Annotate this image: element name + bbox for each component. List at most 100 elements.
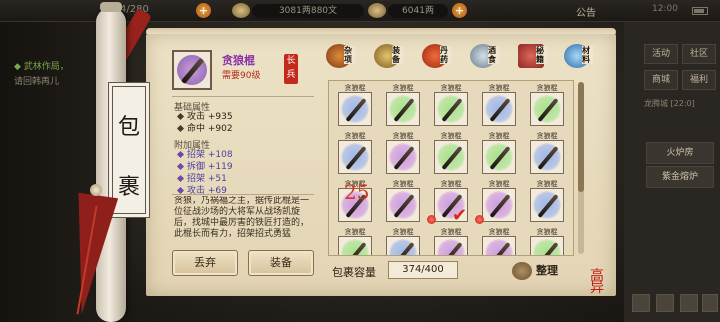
bottom-menu-icon-1[interactable]: [632, 294, 650, 312]
inventory-slot[interactable]: 贪狼棍: [475, 179, 521, 227]
inventory-slot[interactable]: 贪狼棍: [525, 83, 569, 131]
tab-food[interactable]: 酒食: [468, 44, 499, 72]
quest-tracker[interactable]: ◆ 武林作局， 请回韩再儿: [14, 60, 104, 90]
inventory-slot[interactable]: 贪狼棍: [429, 83, 473, 131]
purple-gold-furnace-button[interactable]: 紫金熔炉: [646, 166, 714, 188]
welfare-button[interactable]: 福利: [682, 70, 716, 90]
attr-value: +935: [207, 112, 233, 122]
notice-button[interactable]: 公告: [576, 4, 596, 19]
inventory-slot[interactable]: 贪狼棍: [333, 83, 377, 131]
inventory-slot[interactable]: 贪狼棍: [429, 227, 473, 255]
tab-pills[interactable]: 丹药: [420, 44, 451, 72]
inventory-slot[interactable]: 贪狼棍: [381, 131, 425, 179]
selected-item-icon: [172, 50, 212, 90]
new-item-pin-icon: [427, 215, 436, 224]
attr-label: 招架: [187, 174, 206, 184]
slot-frame: [482, 236, 516, 255]
attr-label: 命中: [187, 124, 206, 134]
furnace-room-button[interactable]: 火炉房: [646, 142, 714, 164]
inventory-slot[interactable]: 贪狼棍: [477, 131, 521, 179]
extra-attr-row: 拆御 +119: [176, 162, 233, 172]
grid-scrollbar[interactable]: [578, 82, 584, 254]
location-name: 龙腾城: [644, 99, 668, 108]
inventory-slot[interactable]: 贪狼棍: [333, 227, 377, 255]
inventory-slot[interactable]: 贪狼棍: [333, 131, 377, 179]
extra-attr-row: 招架 +108: [176, 150, 233, 160]
inventory-slot[interactable]: 贪狼棍: [477, 83, 521, 131]
attr-value: +51: [207, 174, 227, 184]
slot-frame: [434, 236, 468, 255]
tab-misc[interactable]: 杂项: [324, 44, 355, 72]
add-silver-button[interactable]: +: [452, 3, 467, 18]
inventory-slot[interactable]: 贪狼棍: [381, 83, 425, 131]
slot-frame: [338, 236, 372, 255]
attr-value: +902: [207, 124, 233, 134]
tab-materials[interactable]: 材料: [562, 44, 593, 72]
diamond-icon: [176, 150, 185, 159]
bottom-menu-icon-3[interactable]: [680, 294, 698, 312]
tab-manuals[interactable]: 秘籍: [516, 44, 547, 72]
tab-label: 丹药: [440, 46, 451, 64]
capacity-value: 374/400: [388, 261, 458, 279]
location-coords: [22:0]: [670, 99, 695, 108]
inventory-slot[interactable]: 贪狼棍: [429, 131, 473, 179]
item-description: 贪狼，乃祸福之主，据传此棍是一位征战沙场的大将军从战场凯旋后，找城中最厉害的铁匠…: [174, 196, 310, 239]
item-level-requirement: 需要90级: [222, 71, 261, 81]
capacity-label: 包裹容量: [332, 266, 376, 279]
diamond-icon: [176, 112, 185, 121]
clock: 12:00: [652, 4, 678, 14]
discard-button[interactable]: 丢弃: [172, 250, 238, 276]
diamond-icon: [176, 174, 185, 183]
inventory-slot[interactable]: 贪狼棍: [525, 227, 569, 255]
silver-amount: 6041两: [388, 4, 448, 18]
inventory-slot[interactable]: 贪狼棍: [525, 131, 569, 179]
bottom-menu-icon-4[interactable]: [702, 294, 718, 312]
weapon-type-badge: 长兵: [284, 54, 298, 84]
inventory-slot[interactable]: 贪狼棍: [525, 179, 569, 227]
quest-line-2: 请回韩再儿: [14, 77, 60, 87]
slot-frame: [386, 188, 420, 222]
tab-label: 秘籍: [536, 46, 547, 64]
bottom-menu-icon-2[interactable]: [656, 294, 674, 312]
slot-frame: [434, 92, 468, 126]
money-bag-icon[interactable]: [512, 262, 532, 280]
inventory-slot[interactable]: 贪狼棍: [381, 179, 425, 227]
attr-label: 拆御: [187, 162, 206, 172]
game-logo-seal: 高异: [590, 268, 604, 296]
base-attr-row: 命中 +902: [176, 124, 233, 134]
add-energy-button[interactable]: +: [196, 3, 211, 18]
slot-frame: [386, 140, 420, 174]
inventory-slot[interactable]: 贪狼棍: [477, 227, 521, 255]
inventory-slot[interactable]: 贪狼棍: [381, 227, 425, 255]
tab-label: 酒食: [488, 46, 499, 64]
slot-frame: [482, 188, 516, 222]
game-screen: { "topbar": { "level_text": "4/280", "co…: [0, 0, 720, 322]
divider: [172, 194, 314, 195]
selected-check-icon: ✔: [452, 205, 468, 226]
slot-frame: [338, 92, 372, 126]
tab-label: 杂项: [344, 46, 355, 64]
extra-attr-row: 招架 +51: [176, 174, 227, 184]
sort-button[interactable]: 整理: [536, 262, 558, 278]
slot-frame: [530, 188, 564, 222]
inventory-title-plaque: 包 裹: [112, 86, 146, 214]
attr-value: +108: [207, 150, 233, 160]
slot-frame: [386, 236, 420, 255]
inventory-grid: 贪狼棍 贪狼棍 贪狼棍 贪狼棍 贪狼棍 贪狼棍 贪狼棍 贪狼棍 贪狼棍 贪狼棍 贪狼棍 贪狼棍 贪狼棍贪…: [328, 80, 574, 256]
community-button[interactable]: 社区: [682, 44, 716, 64]
tab-label: 装备: [392, 46, 403, 64]
shop-button[interactable]: 商城: [644, 70, 678, 90]
tab-label: 材料: [582, 46, 593, 64]
tab-equipment[interactable]: 装备: [372, 44, 403, 72]
diamond-icon: [176, 162, 185, 171]
slot-frame: [386, 92, 420, 126]
scrollbar-thumb[interactable]: [578, 82, 584, 192]
item-name: 贪狼棍: [222, 54, 255, 67]
copper-coin-icon: [232, 3, 250, 18]
equip-button[interactable]: 装备: [248, 250, 314, 276]
slot-frame: [530, 92, 564, 126]
slot-frame: [482, 140, 516, 174]
slot-frame: [530, 236, 564, 255]
slot-count-overlay: 25: [344, 180, 370, 204]
activity-button[interactable]: 活动: [644, 44, 678, 64]
